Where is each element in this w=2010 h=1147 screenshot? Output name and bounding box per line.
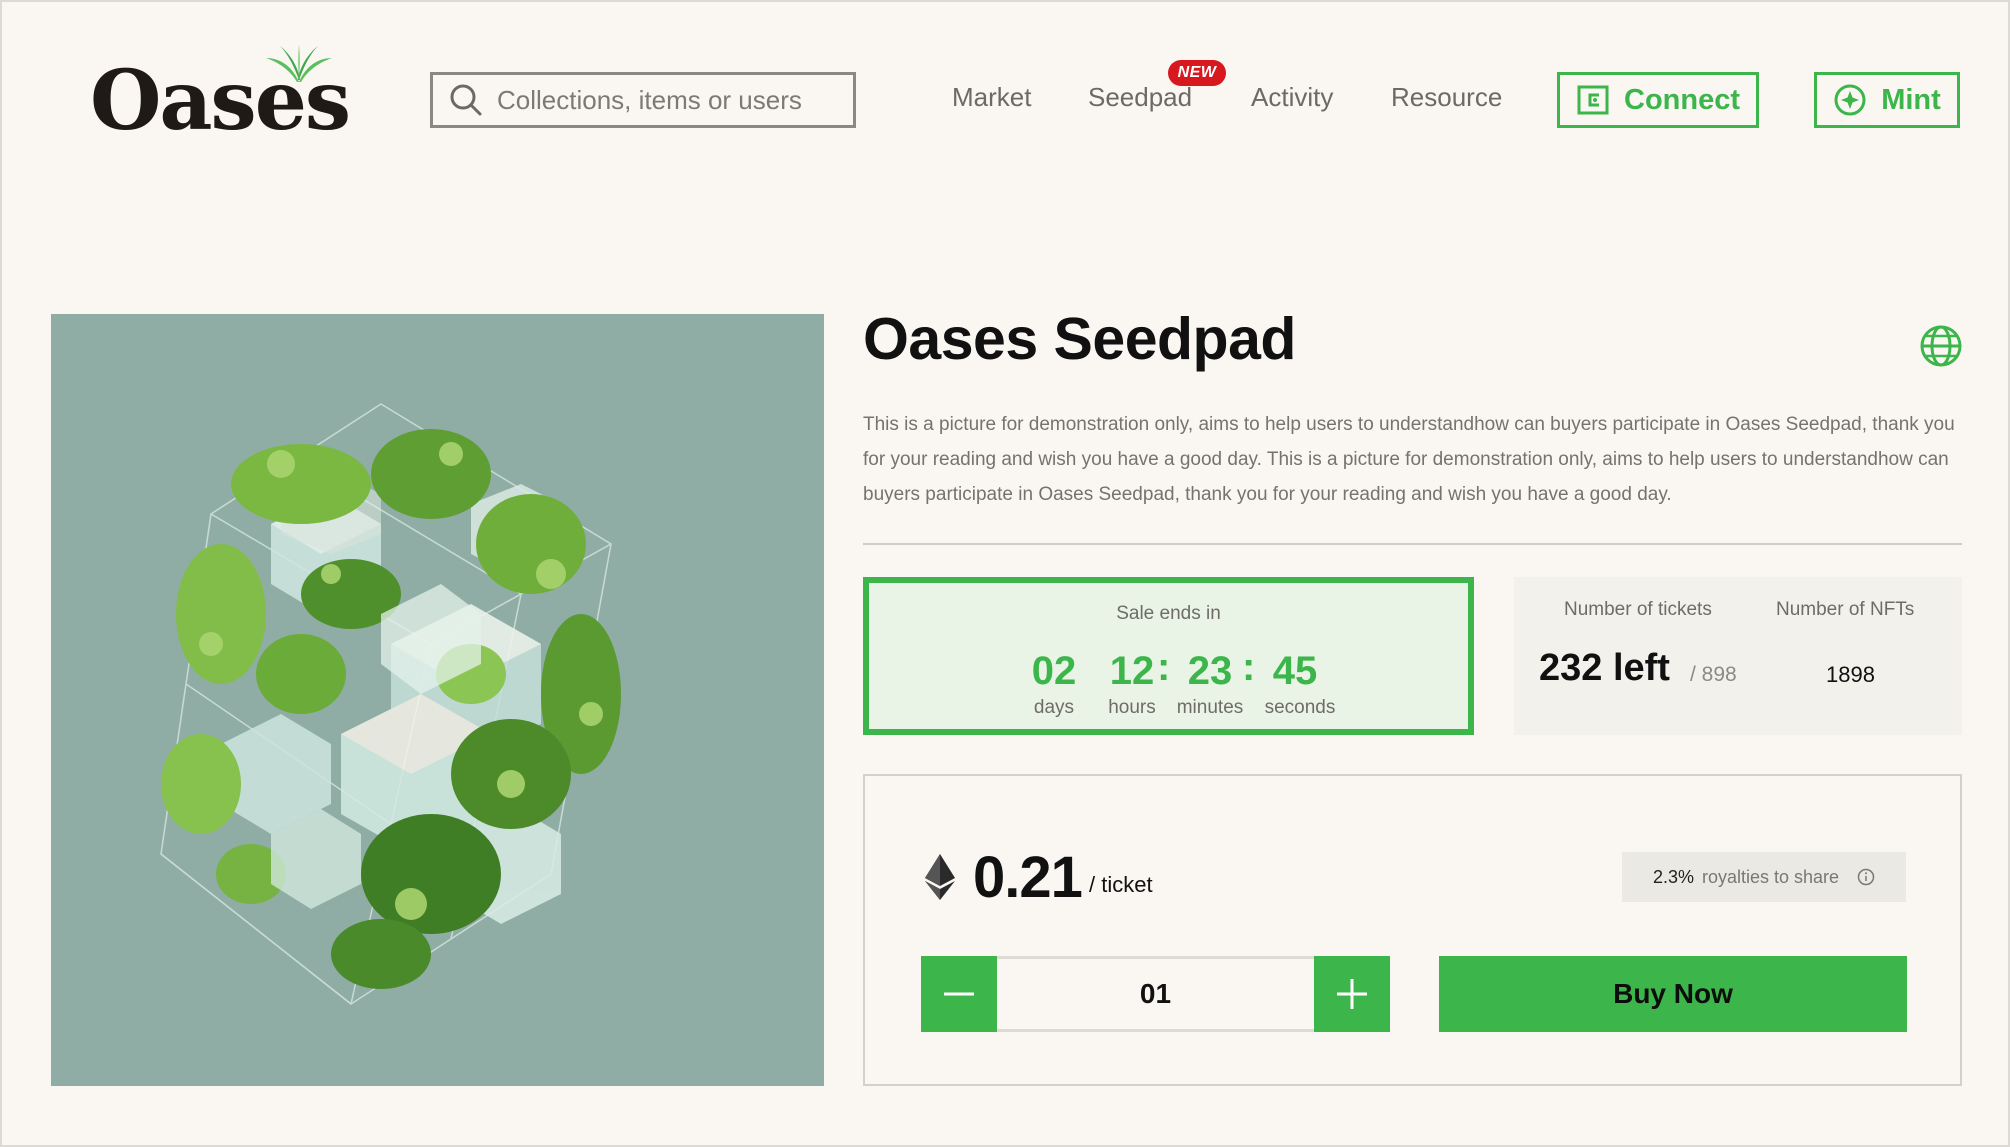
sale-countdown: Sale ends in 02 12 : 23 : 45 days hours … (863, 577, 1474, 735)
tickets-left: 232 left (1539, 647, 1670, 689)
decrement-button[interactable] (921, 956, 997, 1032)
tickets-total: / 898 (1690, 663, 1737, 686)
countdown-label: Sale ends in (1116, 603, 1221, 624)
nfts-label: Number of NFTs (1776, 599, 1915, 620)
ticket-stats: Number of tickets Number of NFTs 232 lef… (1514, 577, 1962, 735)
purchase-panel: 0.21 / ticket 2.3% royalties to share Bu… (863, 774, 1962, 1086)
new-badge: NEW (1168, 60, 1226, 86)
colon-separator: : (1242, 645, 1256, 689)
page: Oases Market Seedpad NEW Activity Resour… (0, 0, 2010, 1147)
nft-artwork-image (51, 314, 824, 1086)
price-unit: / ticket (1089, 872, 1153, 897)
wallet-icon (1577, 85, 1609, 115)
search-icon (450, 84, 482, 116)
colon-separator: : (1157, 645, 1171, 689)
nav-activity[interactable]: Activity (1251, 82, 1333, 113)
nav-resource[interactable]: Resource (1391, 82, 1502, 113)
quantity-input[interactable] (997, 956, 1314, 1032)
divider (863, 543, 1962, 545)
connect-label: Connect (1624, 83, 1740, 116)
ethereum-icon (925, 854, 955, 900)
compass-icon (1834, 84, 1866, 116)
nav-seedpad[interactable]: Seedpad (1088, 82, 1192, 113)
countdown-days: 02 (1031, 649, 1077, 693)
minus-icon (944, 992, 974, 996)
mint-button[interactable]: Mint (1814, 72, 1960, 128)
plus-icon (1337, 979, 1367, 1009)
buy-now-button[interactable]: Buy Now (1439, 956, 1907, 1032)
countdown-minutes: 23 (1187, 649, 1233, 693)
tickets-label: Number of tickets (1564, 599, 1712, 620)
nav-market[interactable]: Market (952, 82, 1031, 113)
logo-wordmark: Oases (90, 53, 351, 149)
mint-label: Mint (1881, 83, 1941, 116)
project-description: This is a picture for demonstration only… (863, 414, 1955, 505)
countdown-seconds: 45 (1272, 649, 1318, 693)
increment-button[interactable] (1314, 956, 1390, 1032)
page-title: Oases Seedpad (863, 306, 1296, 372)
unit-minutes: minutes (1176, 697, 1244, 718)
connect-button[interactable]: Connect (1557, 72, 1759, 128)
oases-logo[interactable]: Oases (90, 42, 351, 149)
royalty-percent: 2.3% (1652, 866, 1694, 887)
info-icon[interactable] (1857, 868, 1875, 886)
globe-icon[interactable] (1919, 324, 1963, 368)
royalty-text: royalties to share (1701, 866, 1840, 887)
nfts-count: 1898 (1826, 662, 1875, 687)
ticket-price: 0.21 (973, 845, 1083, 910)
unit-seconds: seconds (1264, 697, 1336, 718)
search-input[interactable] (497, 84, 837, 116)
royalty-badge: 2.3% royalties to share (1622, 852, 1906, 902)
search-bar[interactable] (430, 72, 856, 128)
